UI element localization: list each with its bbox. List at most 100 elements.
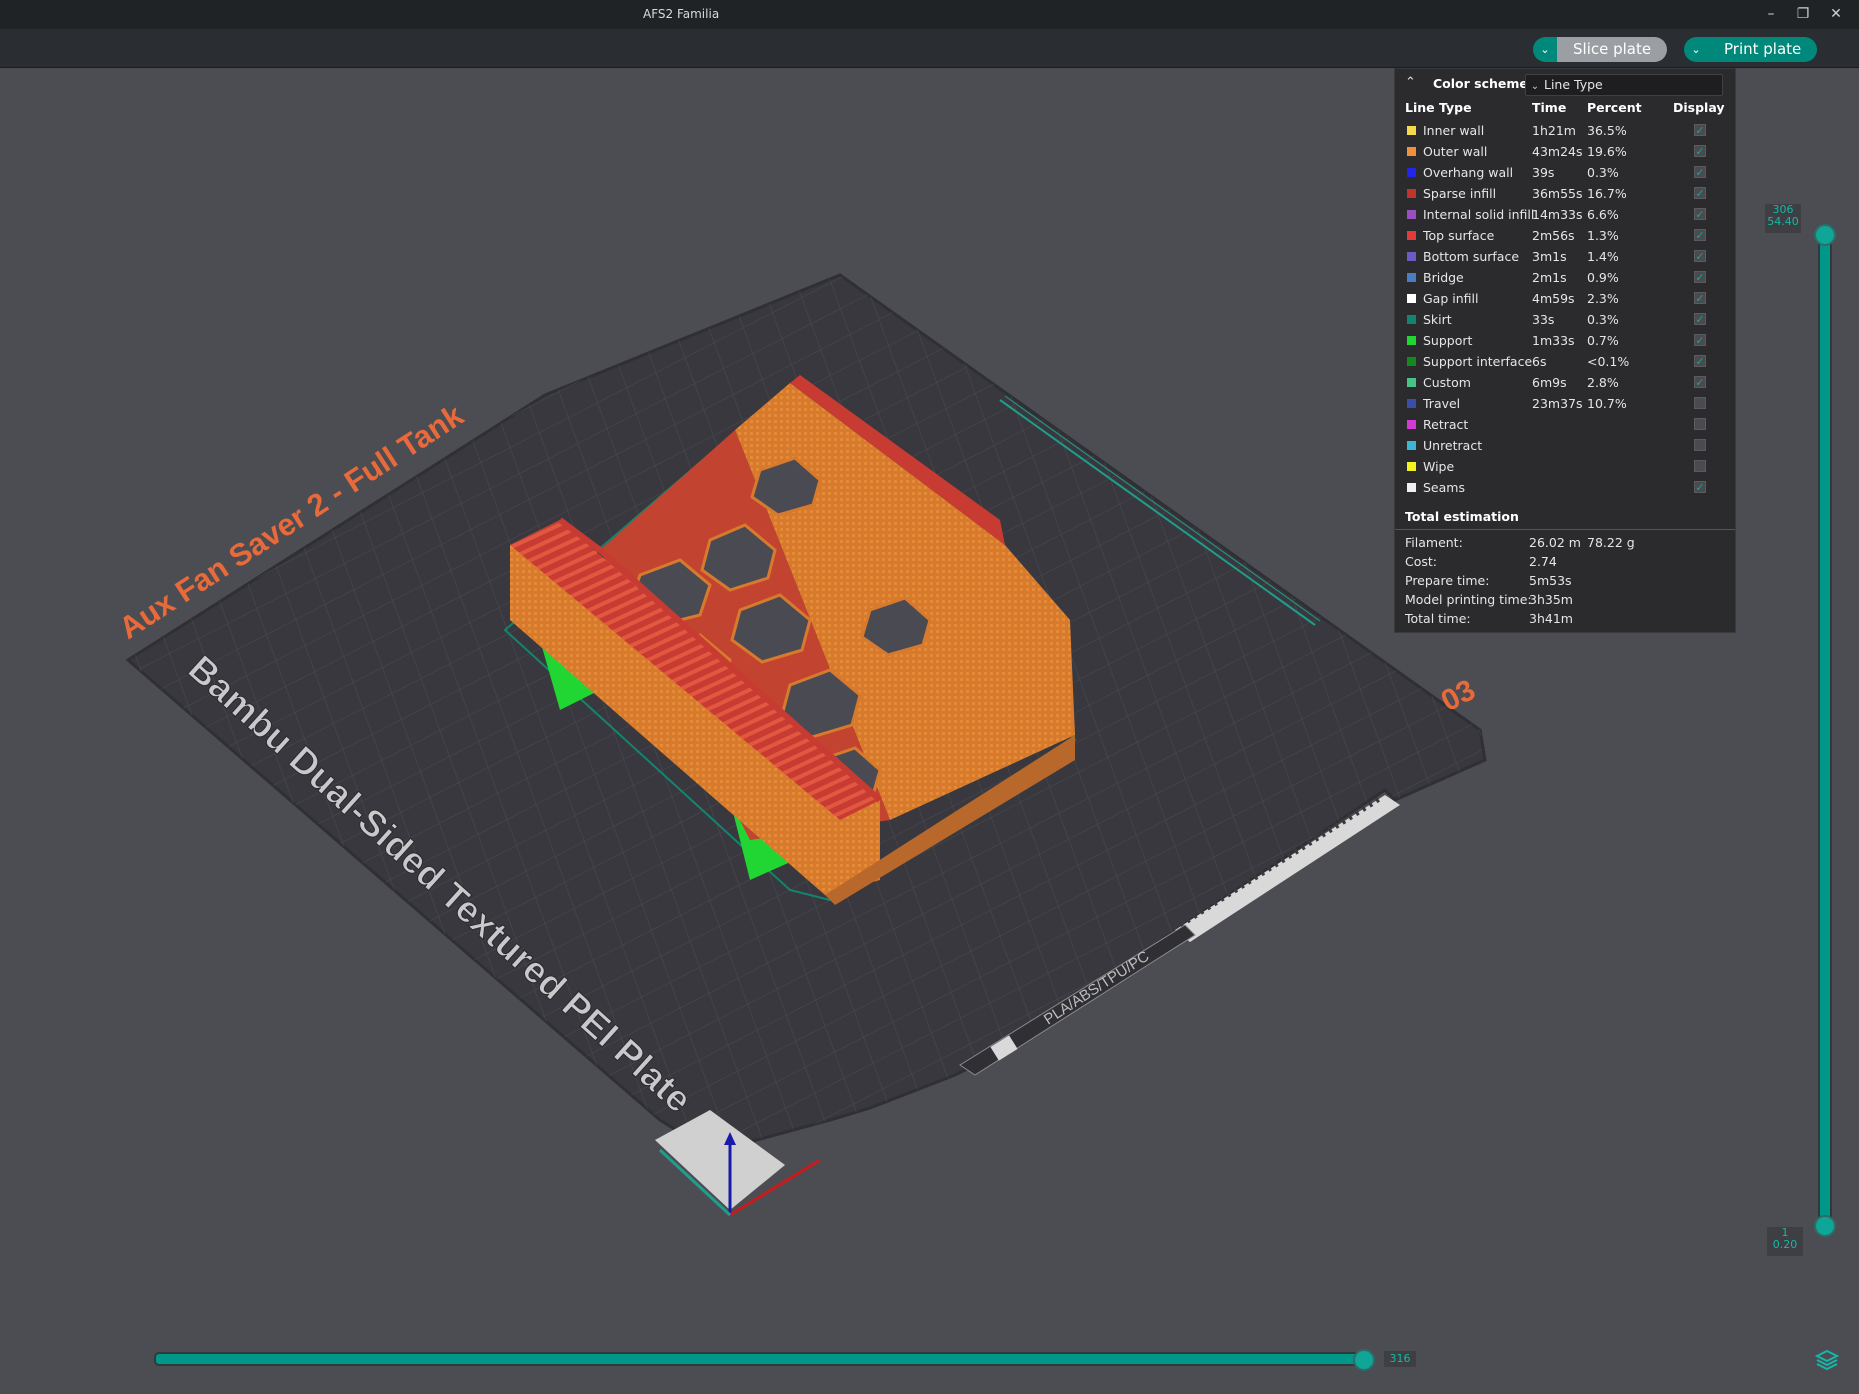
line-type-swatch: [1407, 378, 1416, 387]
line-type-time: 23m37s: [1532, 396, 1583, 411]
color-scheme-select[interactable]: ⌄ Line Type: [1525, 74, 1723, 96]
divider: [1395, 529, 1735, 530]
line-type-pct: 6.6%: [1587, 207, 1619, 222]
estimation-value: 2.74: [1529, 554, 1557, 569]
line-type-time: 4m59s: [1532, 291, 1575, 306]
line-type-pct: 0.3%: [1587, 165, 1619, 180]
display-checkbox[interactable]: [1694, 439, 1706, 451]
line-type-name: Bridge: [1423, 270, 1464, 285]
collapse-up-icon[interactable]: ⌃: [1405, 75, 1416, 90]
line-type-name: Support interface: [1423, 354, 1533, 369]
legend-row: Custom 6m9s 2.8% ✓: [1395, 372, 1735, 393]
line-type-name: Custom: [1423, 375, 1471, 390]
print-plate-button[interactable]: Print plate: [1708, 37, 1818, 62]
line-type-swatch: [1407, 273, 1416, 282]
col-header-line-type: Line Type: [1405, 100, 1472, 115]
layer-slider-top-handle[interactable]: [1814, 224, 1836, 246]
layer-slider-bottom-handle[interactable]: [1814, 1215, 1836, 1237]
line-type-time: 2m1s: [1532, 270, 1567, 285]
layer-slider-track[interactable]: [1818, 228, 1832, 1227]
chevron-down-icon: ⌄: [1530, 81, 1540, 92]
display-checkbox[interactable]: ✓: [1694, 355, 1706, 367]
estimation-key: Cost:: [1405, 554, 1438, 569]
legend-row: Support interface 6s <0.1% ✓: [1395, 351, 1735, 372]
legend-header: ⌃ Color scheme ⌄ Line Type: [1395, 69, 1735, 99]
line-type-pct: 2.3%: [1587, 291, 1619, 306]
display-checkbox[interactable]: ✓: [1694, 187, 1706, 199]
display-checkbox[interactable]: ✓: [1694, 334, 1706, 346]
move-slider-handle[interactable]: [1353, 1349, 1375, 1371]
display-checkbox[interactable]: ✓: [1694, 124, 1706, 136]
total-estimation-title: Total estimation: [1405, 509, 1519, 524]
line-type-swatch: [1407, 315, 1416, 324]
line-type-name: Gap infill: [1423, 291, 1479, 306]
close-icon[interactable]: ✕: [1825, 4, 1847, 24]
legend-row: Internal solid infill 14m33s 6.6% ✓: [1395, 204, 1735, 225]
line-type-time: 3m1s: [1532, 249, 1567, 264]
line-type-name: Unretract: [1423, 438, 1483, 453]
legend-row: Skirt 33s 0.3% ✓: [1395, 309, 1735, 330]
display-checkbox[interactable]: [1694, 460, 1706, 472]
estimation-row: Model printing time: 3h35m: [1405, 592, 1725, 611]
legend-row: Unretract: [1395, 435, 1735, 456]
legend-row: Travel 23m37s 10.7%: [1395, 393, 1735, 414]
display-checkbox[interactable]: ✓: [1694, 208, 1706, 220]
display-checkbox[interactable]: ✓: [1694, 376, 1706, 388]
line-type-pct: 16.7%: [1587, 186, 1627, 201]
line-type-swatch: [1407, 399, 1416, 408]
line-type-name: Top surface: [1423, 228, 1495, 243]
layers-icon[interactable]: [1815, 1348, 1839, 1372]
restore-icon[interactable]: ❐: [1792, 4, 1814, 24]
line-type-time: 2m56s: [1532, 228, 1575, 243]
slice-plate-button[interactable]: Slice plate: [1557, 37, 1668, 62]
display-checkbox[interactable]: ✓: [1694, 481, 1706, 493]
line-type-swatch: [1407, 420, 1416, 429]
estimation-row: Cost: 2.74: [1405, 554, 1725, 573]
display-checkbox[interactable]: ✓: [1694, 313, 1706, 325]
line-type-name: Outer wall: [1423, 144, 1488, 159]
display-checkbox[interactable]: ✓: [1694, 250, 1706, 262]
legend-row: Wipe: [1395, 456, 1735, 477]
bottom-layer-readout: 1 0.20: [1766, 1226, 1804, 1257]
line-type-time: 39s: [1532, 165, 1555, 180]
estimation-value: 3h35m: [1529, 592, 1573, 607]
line-type-time: 6s: [1532, 354, 1547, 369]
display-checkbox[interactable]: ✓: [1694, 145, 1706, 157]
slice-dropdown-chevron-icon[interactable]: ⌄: [1533, 37, 1557, 62]
title-bar: AFS2 Familia – ❐ ✕: [0, 0, 1859, 30]
col-header-display: Display: [1673, 100, 1725, 115]
minimize-icon[interactable]: –: [1760, 4, 1782, 24]
line-type-pct: 36.5%: [1587, 123, 1627, 138]
line-type-time: 14m33s: [1532, 207, 1583, 222]
move-slider-readout: 316: [1383, 1350, 1417, 1368]
top-layer-readout: 306 54.40: [1764, 203, 1802, 234]
estimation-row: Prepare time: 5m53s: [1405, 573, 1725, 592]
display-checkbox[interactable]: ✓: [1694, 166, 1706, 178]
line-type-swatch: [1407, 441, 1416, 450]
legend-row: Seams ✓: [1395, 477, 1735, 498]
line-type-pct: 0.7%: [1587, 333, 1619, 348]
print-dropdown-chevron-icon[interactable]: ⌄: [1684, 37, 1708, 62]
legend-row: Sparse infill 36m55s 16.7% ✓: [1395, 183, 1735, 204]
line-type-swatch: [1407, 483, 1416, 492]
line-type-swatch: [1407, 357, 1416, 366]
col-header-time: Time: [1532, 100, 1567, 115]
line-type-pct: 1.3%: [1587, 228, 1619, 243]
legend-row: Outer wall 43m24s 19.6% ✓: [1395, 141, 1735, 162]
estimation-key: Total time:: [1405, 611, 1471, 626]
color-scheme-label: Color scheme: [1433, 76, 1528, 91]
display-checkbox[interactable]: [1694, 418, 1706, 430]
line-type-name: Skirt: [1423, 312, 1452, 327]
display-checkbox[interactable]: ✓: [1694, 271, 1706, 283]
move-slider-track[interactable]: [154, 1352, 1372, 1366]
legend-row: Retract: [1395, 414, 1735, 435]
line-type-time: 43m24s: [1532, 144, 1583, 159]
line-type-pct: 19.6%: [1587, 144, 1627, 159]
display-checkbox[interactable]: ✓: [1694, 229, 1706, 241]
estimation-key: Model printing time:: [1405, 592, 1532, 607]
line-type-time: 36m55s: [1532, 186, 1583, 201]
legend-row: Bridge 2m1s 0.9% ✓: [1395, 267, 1735, 288]
display-checkbox[interactable]: [1694, 397, 1706, 409]
display-checkbox[interactable]: ✓: [1694, 292, 1706, 304]
estimation-value: 5m53s: [1529, 573, 1572, 588]
